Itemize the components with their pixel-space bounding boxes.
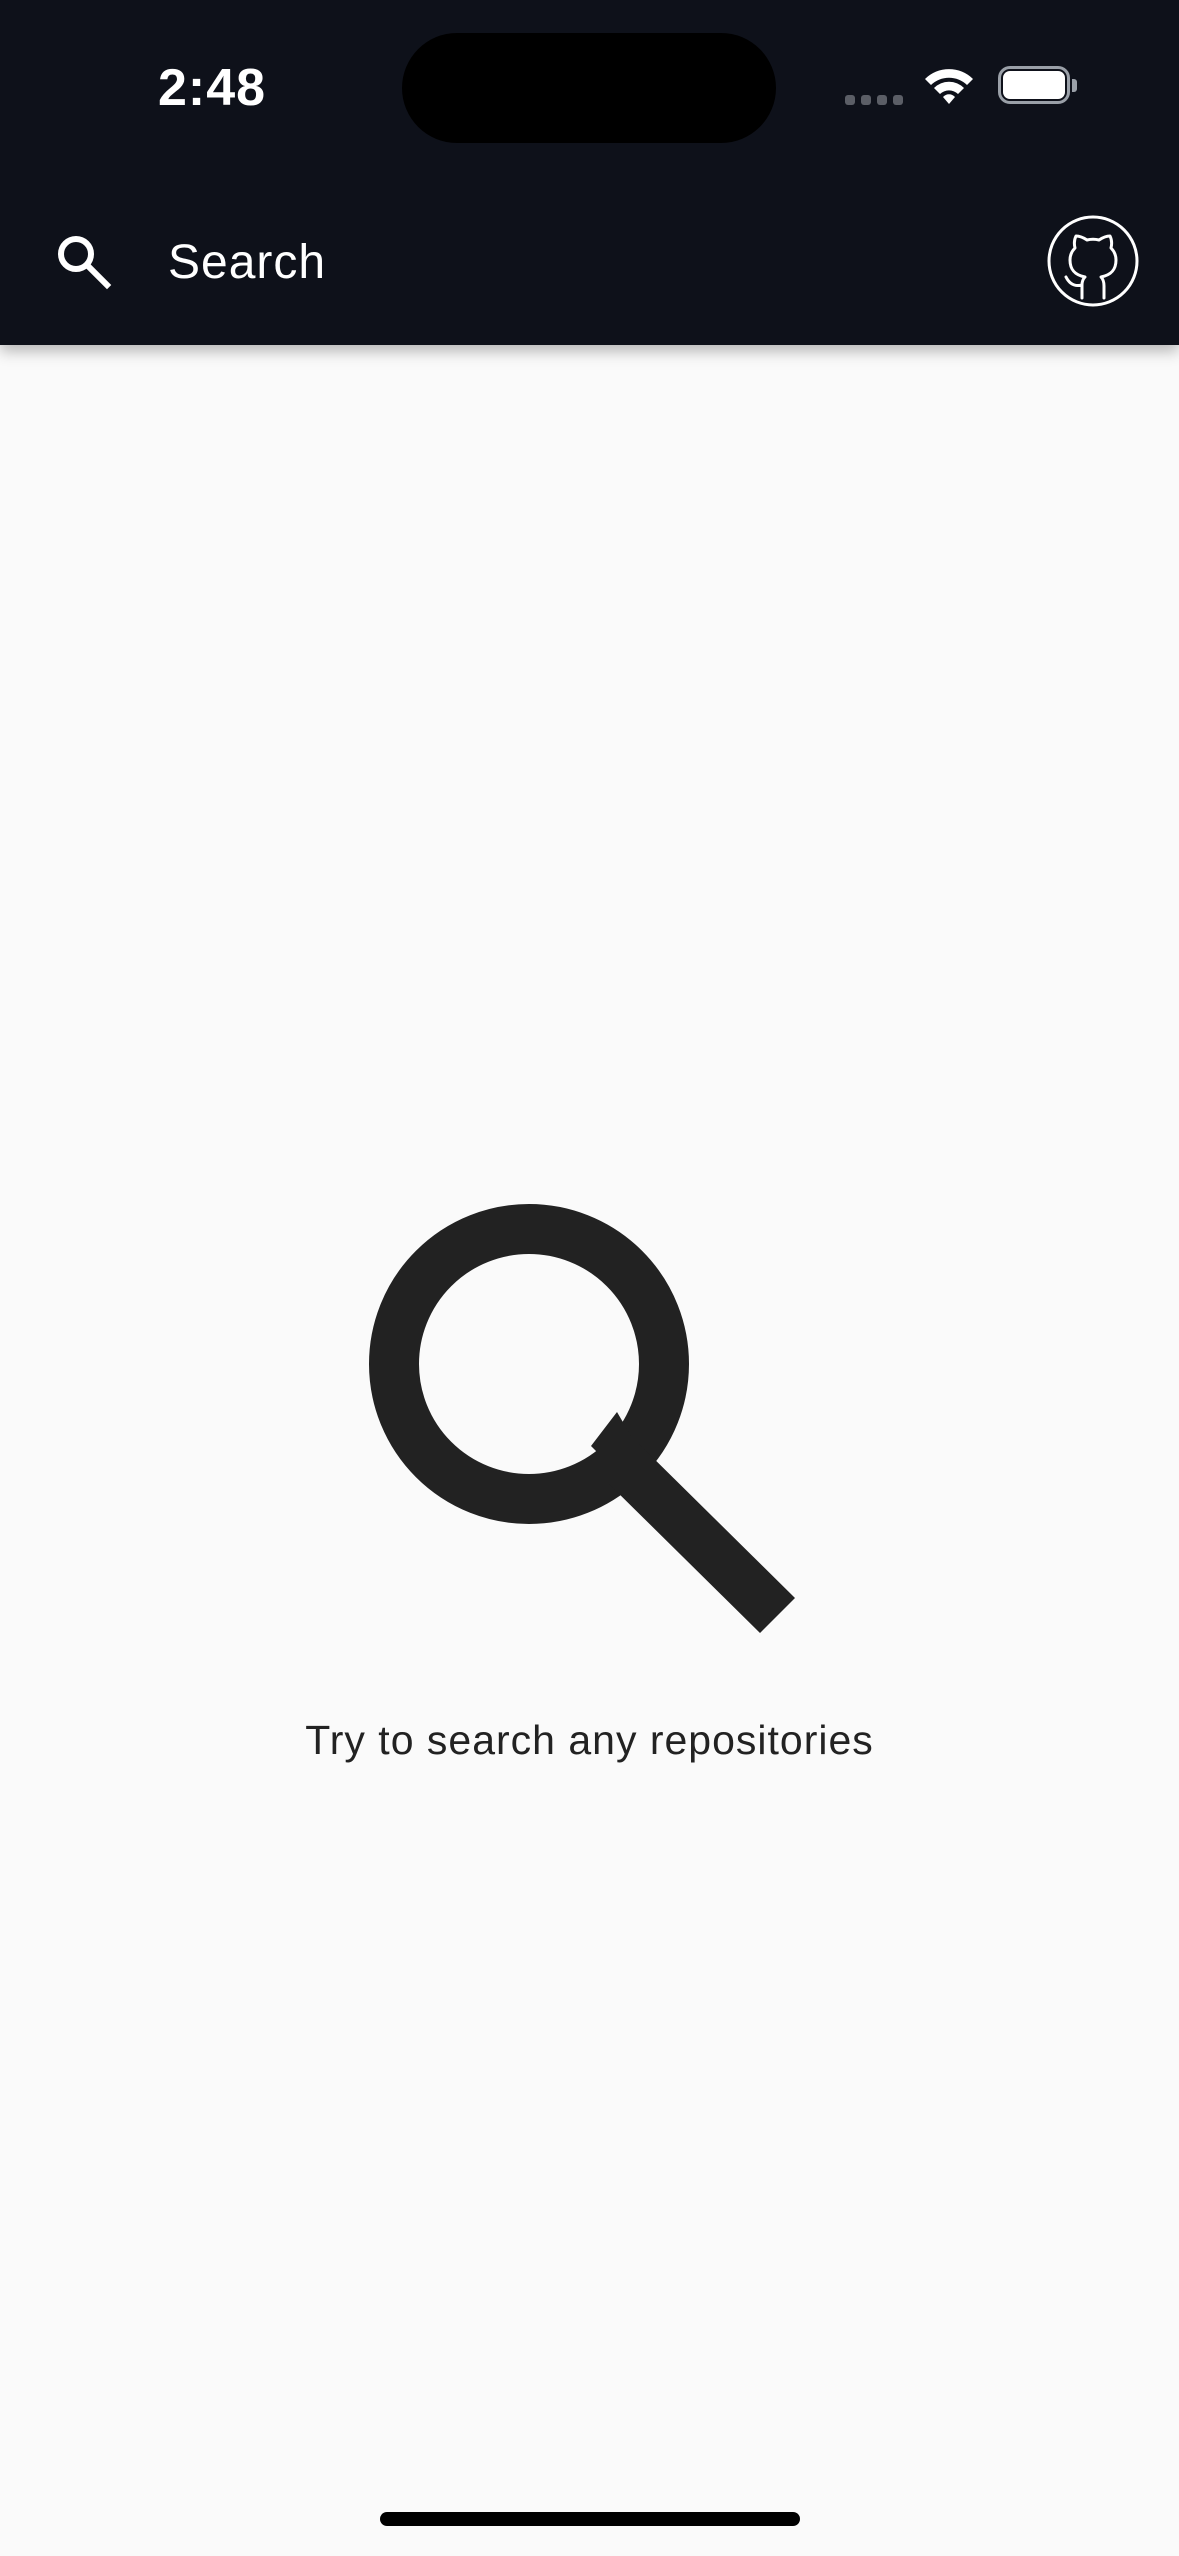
empty-message: Try to search any repositories [305,1717,874,1763]
search-icon [52,230,114,292]
status-time: 2:48 [158,59,267,117]
signal-icon [845,95,905,107]
battery-icon [998,66,1078,108]
search-input[interactable] [168,222,988,302]
home-indicator[interactable] [380,2512,800,2526]
dynamic-island [402,33,776,143]
search-icon [355,1190,815,1650]
app-bar: 2:48 [0,0,1179,345]
wifi-icon [923,65,975,112]
github-icon[interactable] [1046,214,1140,308]
